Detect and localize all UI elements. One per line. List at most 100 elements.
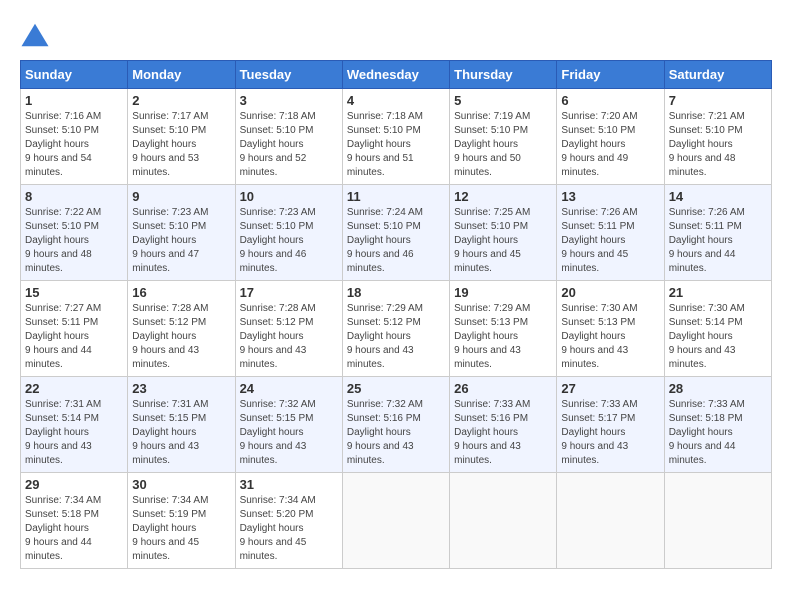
day-info: Sunrise: 7:26 AM Sunset: 5:11 PM Dayligh… (561, 207, 637, 274)
day-number: 19 (454, 285, 552, 300)
day-info: Sunrise: 7:22 AM Sunset: 5:10 PM Dayligh… (25, 207, 101, 274)
calendar-week-5: 29 Sunrise: 7:34 AM Sunset: 5:18 PM Dayl… (21, 473, 772, 569)
calendar-cell: 10 Sunrise: 7:23 AM Sunset: 5:10 PM Dayl… (235, 185, 342, 281)
day-number: 26 (454, 381, 552, 396)
calendar-cell: 19 Sunrise: 7:29 AM Sunset: 5:13 PM Dayl… (450, 281, 557, 377)
day-number: 12 (454, 189, 552, 204)
calendar-cell: 31 Sunrise: 7:34 AM Sunset: 5:20 PM Dayl… (235, 473, 342, 569)
calendar-cell: 16 Sunrise: 7:28 AM Sunset: 5:12 PM Dayl… (128, 281, 235, 377)
calendar-week-4: 22 Sunrise: 7:31 AM Sunset: 5:14 PM Dayl… (21, 377, 772, 473)
day-number: 24 (240, 381, 338, 396)
day-number: 7 (669, 93, 767, 108)
calendar-cell: 20 Sunrise: 7:30 AM Sunset: 5:13 PM Dayl… (557, 281, 664, 377)
calendar-cell (664, 473, 771, 569)
day-info: Sunrise: 7:26 AM Sunset: 5:11 PM Dayligh… (669, 207, 745, 274)
day-info: Sunrise: 7:20 AM Sunset: 5:10 PM Dayligh… (561, 111, 637, 178)
weekday-header-monday: Monday (128, 61, 235, 89)
day-number: 16 (132, 285, 230, 300)
calendar-cell: 26 Sunrise: 7:33 AM Sunset: 5:16 PM Dayl… (450, 377, 557, 473)
day-number: 4 (347, 93, 445, 108)
day-number: 6 (561, 93, 659, 108)
logo-icon (20, 20, 50, 50)
day-info: Sunrise: 7:23 AM Sunset: 5:10 PM Dayligh… (240, 207, 316, 274)
day-info: Sunrise: 7:28 AM Sunset: 5:12 PM Dayligh… (240, 303, 316, 370)
day-number: 27 (561, 381, 659, 396)
day-info: Sunrise: 7:34 AM Sunset: 5:20 PM Dayligh… (240, 495, 316, 562)
logo (20, 20, 54, 50)
calendar-cell: 12 Sunrise: 7:25 AM Sunset: 5:10 PM Dayl… (450, 185, 557, 281)
day-number: 18 (347, 285, 445, 300)
day-number: 9 (132, 189, 230, 204)
day-number: 14 (669, 189, 767, 204)
day-info: Sunrise: 7:18 AM Sunset: 5:10 PM Dayligh… (240, 111, 316, 178)
calendar-cell: 7 Sunrise: 7:21 AM Sunset: 5:10 PM Dayli… (664, 89, 771, 185)
weekday-header-saturday: Saturday (664, 61, 771, 89)
day-number: 17 (240, 285, 338, 300)
calendar-cell: 9 Sunrise: 7:23 AM Sunset: 5:10 PM Dayli… (128, 185, 235, 281)
calendar-cell: 18 Sunrise: 7:29 AM Sunset: 5:12 PM Dayl… (342, 281, 449, 377)
day-info: Sunrise: 7:18 AM Sunset: 5:10 PM Dayligh… (347, 111, 423, 178)
calendar-week-3: 15 Sunrise: 7:27 AM Sunset: 5:11 PM Dayl… (21, 281, 772, 377)
day-number: 10 (240, 189, 338, 204)
day-info: Sunrise: 7:17 AM Sunset: 5:10 PM Dayligh… (132, 111, 208, 178)
day-number: 23 (132, 381, 230, 396)
day-number: 29 (25, 477, 123, 492)
weekday-header-friday: Friday (557, 61, 664, 89)
weekday-header-tuesday: Tuesday (235, 61, 342, 89)
day-number: 28 (669, 381, 767, 396)
day-number: 20 (561, 285, 659, 300)
calendar-cell (342, 473, 449, 569)
day-number: 2 (132, 93, 230, 108)
calendar-week-2: 8 Sunrise: 7:22 AM Sunset: 5:10 PM Dayli… (21, 185, 772, 281)
calendar-cell: 23 Sunrise: 7:31 AM Sunset: 5:15 PM Dayl… (128, 377, 235, 473)
day-info: Sunrise: 7:31 AM Sunset: 5:15 PM Dayligh… (132, 399, 208, 466)
day-number: 31 (240, 477, 338, 492)
day-info: Sunrise: 7:27 AM Sunset: 5:11 PM Dayligh… (25, 303, 101, 370)
day-number: 22 (25, 381, 123, 396)
day-info: Sunrise: 7:30 AM Sunset: 5:13 PM Dayligh… (561, 303, 637, 370)
weekday-header-row: SundayMondayTuesdayWednesdayThursdayFrid… (21, 61, 772, 89)
day-info: Sunrise: 7:19 AM Sunset: 5:10 PM Dayligh… (454, 111, 530, 178)
calendar-cell: 14 Sunrise: 7:26 AM Sunset: 5:11 PM Dayl… (664, 185, 771, 281)
calendar-cell: 4 Sunrise: 7:18 AM Sunset: 5:10 PM Dayli… (342, 89, 449, 185)
page-header (20, 20, 772, 50)
day-info: Sunrise: 7:34 AM Sunset: 5:19 PM Dayligh… (132, 495, 208, 562)
calendar-cell: 21 Sunrise: 7:30 AM Sunset: 5:14 PM Dayl… (664, 281, 771, 377)
calendar-cell: 15 Sunrise: 7:27 AM Sunset: 5:11 PM Dayl… (21, 281, 128, 377)
calendar-cell: 1 Sunrise: 7:16 AM Sunset: 5:10 PM Dayli… (21, 89, 128, 185)
calendar-table: SundayMondayTuesdayWednesdayThursdayFrid… (20, 60, 772, 569)
calendar-cell (557, 473, 664, 569)
calendar-cell: 28 Sunrise: 7:33 AM Sunset: 5:18 PM Dayl… (664, 377, 771, 473)
calendar-cell: 8 Sunrise: 7:22 AM Sunset: 5:10 PM Dayli… (21, 185, 128, 281)
calendar-cell: 2 Sunrise: 7:17 AM Sunset: 5:10 PM Dayli… (128, 89, 235, 185)
day-info: Sunrise: 7:16 AM Sunset: 5:10 PM Dayligh… (25, 111, 101, 178)
day-info: Sunrise: 7:30 AM Sunset: 5:14 PM Dayligh… (669, 303, 745, 370)
day-info: Sunrise: 7:24 AM Sunset: 5:10 PM Dayligh… (347, 207, 423, 274)
day-number: 15 (25, 285, 123, 300)
day-number: 1 (25, 93, 123, 108)
day-number: 5 (454, 93, 552, 108)
day-number: 11 (347, 189, 445, 204)
calendar-cell (450, 473, 557, 569)
calendar-cell: 24 Sunrise: 7:32 AM Sunset: 5:15 PM Dayl… (235, 377, 342, 473)
calendar-cell: 11 Sunrise: 7:24 AM Sunset: 5:10 PM Dayl… (342, 185, 449, 281)
day-info: Sunrise: 7:31 AM Sunset: 5:14 PM Dayligh… (25, 399, 101, 466)
calendar-cell: 17 Sunrise: 7:28 AM Sunset: 5:12 PM Dayl… (235, 281, 342, 377)
weekday-header-wednesday: Wednesday (342, 61, 449, 89)
calendar-cell: 6 Sunrise: 7:20 AM Sunset: 5:10 PM Dayli… (557, 89, 664, 185)
day-info: Sunrise: 7:29 AM Sunset: 5:12 PM Dayligh… (347, 303, 423, 370)
calendar-cell: 29 Sunrise: 7:34 AM Sunset: 5:18 PM Dayl… (21, 473, 128, 569)
day-info: Sunrise: 7:32 AM Sunset: 5:16 PM Dayligh… (347, 399, 423, 466)
day-number: 25 (347, 381, 445, 396)
weekday-header-thursday: Thursday (450, 61, 557, 89)
weekday-header-sunday: Sunday (21, 61, 128, 89)
calendar-body: 1 Sunrise: 7:16 AM Sunset: 5:10 PM Dayli… (21, 89, 772, 569)
calendar-cell: 30 Sunrise: 7:34 AM Sunset: 5:19 PM Dayl… (128, 473, 235, 569)
day-info: Sunrise: 7:33 AM Sunset: 5:16 PM Dayligh… (454, 399, 530, 466)
day-info: Sunrise: 7:25 AM Sunset: 5:10 PM Dayligh… (454, 207, 530, 274)
calendar-cell: 13 Sunrise: 7:26 AM Sunset: 5:11 PM Dayl… (557, 185, 664, 281)
day-number: 13 (561, 189, 659, 204)
calendar-cell: 5 Sunrise: 7:19 AM Sunset: 5:10 PM Dayli… (450, 89, 557, 185)
day-number: 8 (25, 189, 123, 204)
day-number: 21 (669, 285, 767, 300)
